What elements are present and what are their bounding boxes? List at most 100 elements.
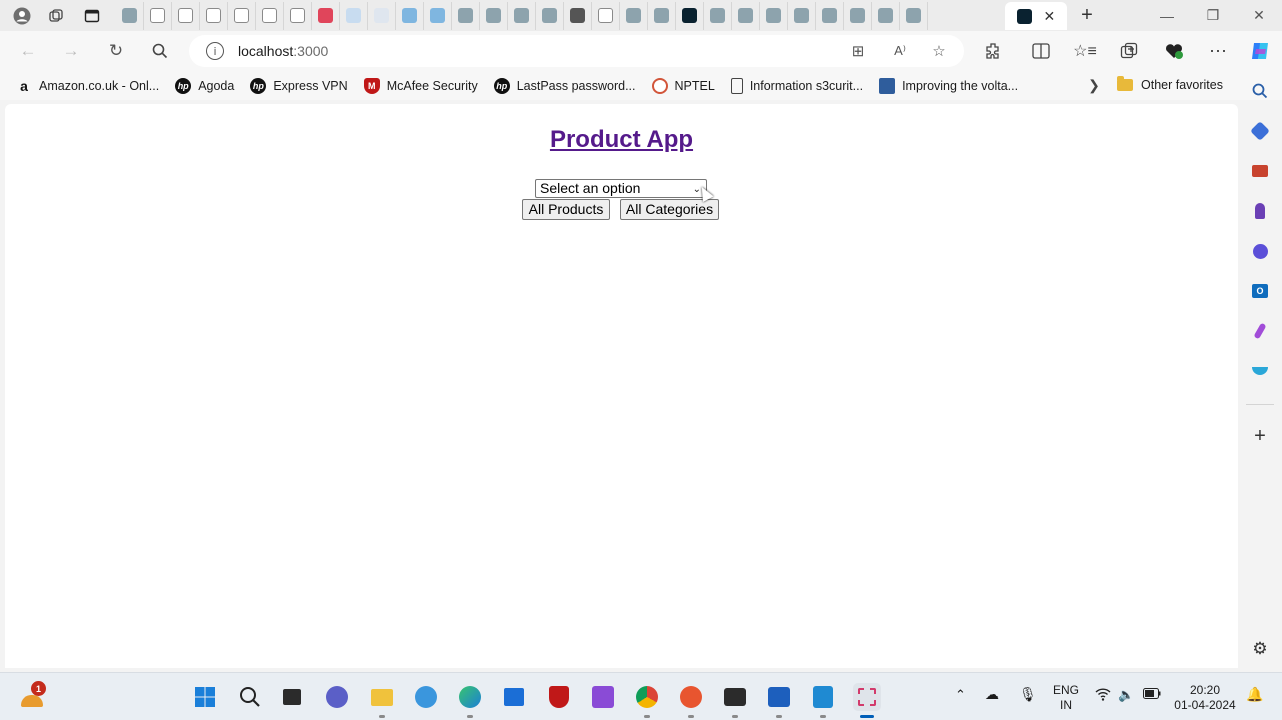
show-hidden-icons-icon[interactable]: ⌃ [955, 687, 966, 702]
option-select[interactable]: Select an option ⌄ [535, 179, 707, 198]
tab[interactable] [676, 1, 704, 30]
tab[interactable] [816, 1, 844, 30]
volume-icon[interactable]: 🔈 [1118, 687, 1134, 702]
designer-icon[interactable] [1250, 321, 1270, 341]
tab[interactable] [312, 1, 340, 30]
tab[interactable] [480, 1, 508, 30]
tab[interactable] [424, 1, 452, 30]
tab[interactable] [872, 1, 900, 30]
tab[interactable] [760, 1, 788, 30]
tab[interactable] [116, 1, 144, 30]
favorite-star-icon[interactable]: ☆ [928, 41, 950, 61]
split-screen-icon[interactable] [1026, 37, 1056, 65]
copilot-app-icon[interactable] [412, 683, 440, 711]
favorite-amazon[interactable]: a Amazon.co.uk - Onl... [8, 74, 167, 98]
teams-meet-icon[interactable] [323, 683, 351, 711]
tab[interactable] [732, 1, 760, 30]
search-icon[interactable] [236, 683, 264, 711]
back-icon[interactable]: ← [12, 37, 44, 65]
tab-active[interactable]: ✕ [1005, 2, 1067, 30]
drawing-app-icon[interactable] [677, 683, 705, 711]
workspaces-icon[interactable] [38, 2, 74, 30]
tab[interactable] [788, 1, 816, 30]
tab[interactable] [200, 1, 228, 30]
microsoft-store-icon[interactable] [500, 683, 528, 711]
clock[interactable]: 20:20 01-04-2024 [1170, 683, 1240, 713]
word-icon[interactable] [765, 683, 793, 711]
task-view-icon[interactable] [278, 683, 306, 711]
input-language[interactable]: ENG IN [1050, 683, 1082, 713]
mcafee-icon[interactable] [545, 683, 573, 711]
tab[interactable] [900, 1, 928, 30]
tools-icon[interactable] [1250, 161, 1270, 181]
page-title-link[interactable]: Product App [550, 126, 693, 153]
site-info-icon[interactable]: i [206, 42, 224, 60]
favorite-agoda[interactable]: hp Agoda [167, 74, 242, 98]
collections-icon[interactable] [1114, 37, 1144, 65]
chrome-icon[interactable] [633, 683, 661, 711]
notification-bell-icon[interactable]: 🔔 [1246, 687, 1263, 702]
search-icon[interactable] [1250, 81, 1270, 101]
favorite-mcafee[interactable]: M McAfee Security [356, 74, 486, 98]
tab[interactable] [620, 1, 648, 30]
shopping-tag-icon[interactable] [1250, 121, 1270, 141]
all-products-button[interactable]: All Products [522, 199, 610, 220]
tab[interactable] [704, 1, 732, 30]
favorite-nptel[interactable]: NPTEL [644, 74, 723, 98]
search-icon[interactable] [144, 37, 176, 65]
microsoft365-icon[interactable] [1250, 241, 1270, 261]
drop-icon[interactable] [1250, 361, 1270, 381]
edge-icon[interactable] [456, 683, 484, 711]
tab[interactable] [144, 1, 172, 30]
tab[interactable] [564, 1, 592, 30]
more-menu-icon[interactable]: ⋯ [1203, 37, 1233, 65]
new-tab-icon[interactable]: + [1076, 4, 1098, 26]
chevron-right-icon[interactable]: ❯ [1083, 74, 1105, 96]
vscode-icon[interactable] [809, 683, 837, 711]
address-bar[interactable]: i localhost:3000 ⊞ A⁾ ☆ [189, 35, 964, 67]
settings-icon[interactable]: ⚙ [1250, 639, 1270, 659]
tab[interactable] [172, 1, 200, 30]
outlook-icon[interactable]: O [1250, 281, 1270, 301]
profile-icon[interactable] [6, 2, 38, 30]
tab[interactable] [592, 1, 620, 30]
other-favorites[interactable]: Other favorites [1117, 73, 1223, 97]
minimize-icon[interactable]: — [1144, 0, 1190, 31]
microphone-icon[interactable]: 🎙 [1019, 687, 1037, 702]
favorite-expressvpn[interactable]: hp Express VPN [242, 74, 355, 98]
tab[interactable] [648, 1, 676, 30]
app-available-icon[interactable]: ⊞ [847, 41, 869, 61]
read-aloud-icon[interactable]: A⁾ [889, 41, 911, 61]
refresh-icon[interactable]: ↻ [100, 37, 132, 65]
browser-essentials-icon[interactable] [1159, 37, 1189, 65]
add-icon[interactable]: + [1250, 425, 1270, 447]
tab[interactable] [228, 1, 256, 30]
visual-studio-icon[interactable] [589, 683, 617, 711]
forward-icon[interactable]: → [55, 37, 87, 65]
battery-icon[interactable] [1143, 688, 1161, 703]
tab[interactable] [452, 1, 480, 30]
games-icon[interactable] [1250, 201, 1270, 221]
tab[interactable] [536, 1, 564, 30]
favorite-information[interactable]: Information s3curit... [723, 74, 871, 98]
close-tab-icon[interactable]: ✕ [1043, 8, 1055, 25]
terminal-icon[interactable] [721, 683, 749, 711]
start-icon[interactable] [191, 683, 219, 711]
onedrive-icon[interactable]: ☁ [985, 687, 999, 702]
tab[interactable] [368, 1, 396, 30]
copilot-icon[interactable] [1245, 37, 1275, 65]
all-categories-button[interactable]: All Categories [620, 199, 719, 220]
tab-actions-icon[interactable] [74, 2, 110, 30]
favorites-icon[interactable]: ☆≡ [1070, 37, 1100, 65]
snipping-tool-icon[interactable] [853, 683, 881, 711]
restore-icon[interactable]: ❐ [1190, 0, 1236, 31]
wifi-icon[interactable] [1095, 687, 1111, 704]
favorite-improving[interactable]: Improving the volta... [871, 74, 1026, 98]
tab[interactable] [508, 1, 536, 30]
close-window-icon[interactable]: ✕ [1236, 0, 1282, 31]
extensions-icon[interactable] [978, 37, 1008, 65]
favorite-lastpass[interactable]: hp LastPass password... [486, 74, 644, 98]
file-explorer-icon[interactable] [368, 683, 396, 711]
tab[interactable] [844, 1, 872, 30]
tab[interactable] [256, 1, 284, 30]
